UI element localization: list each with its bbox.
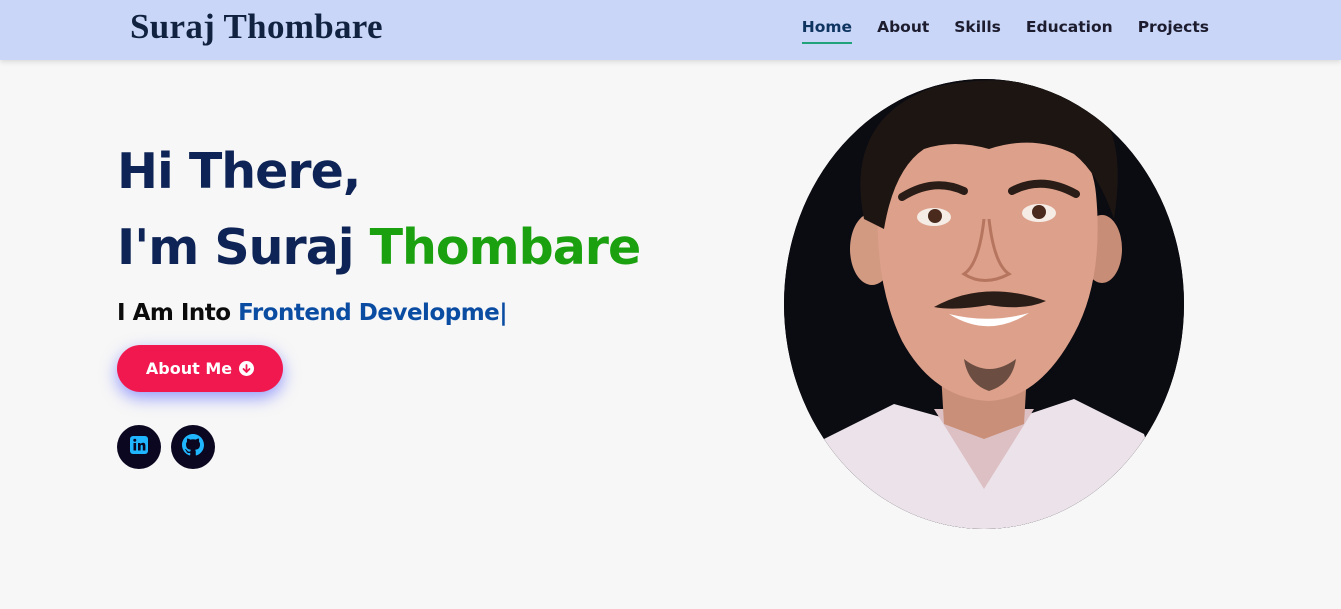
nav-links: Home About Skills Education Projects xyxy=(801,18,1209,44)
navbar: Suraj Thombare Home About Skills Educati… xyxy=(0,0,1341,60)
typing-cursor: | xyxy=(499,300,508,326)
hero-heading: Hi There, I'm Suraj Thombare xyxy=(117,134,642,286)
nav-projects[interactable]: Projects xyxy=(1138,18,1209,44)
github-icon xyxy=(182,433,204,461)
typed-role: Frontend Developme xyxy=(238,300,500,326)
about-me-label: About Me xyxy=(145,359,233,378)
linkedin-icon xyxy=(129,435,149,460)
about-me-button[interactable]: About Me xyxy=(117,345,283,392)
linkedin-link[interactable] xyxy=(117,425,161,469)
greeting-name-accent: Thombare xyxy=(369,219,642,276)
portrait-illustration xyxy=(784,79,1184,529)
nav-education[interactable]: Education xyxy=(1026,18,1113,44)
nav-skills[interactable]: Skills xyxy=(954,18,1001,44)
nav-home[interactable]: Home xyxy=(801,18,853,44)
arrow-circle-down-icon xyxy=(239,361,255,376)
greeting-prefix: I'm Suraj xyxy=(117,219,370,276)
nav-about[interactable]: About xyxy=(877,18,929,44)
greeting-line1: Hi There, xyxy=(117,143,361,200)
role-prefix: I Am Into xyxy=(117,300,239,326)
hero-section: Hi There, I'm Suraj Thombare I Am Into F… xyxy=(117,134,642,326)
role-line: I Am Into Frontend Developme| xyxy=(117,300,640,326)
profile-photo xyxy=(784,79,1184,529)
brand-logo[interactable]: Suraj Thombare xyxy=(130,7,383,47)
github-link[interactable] xyxy=(171,425,215,469)
